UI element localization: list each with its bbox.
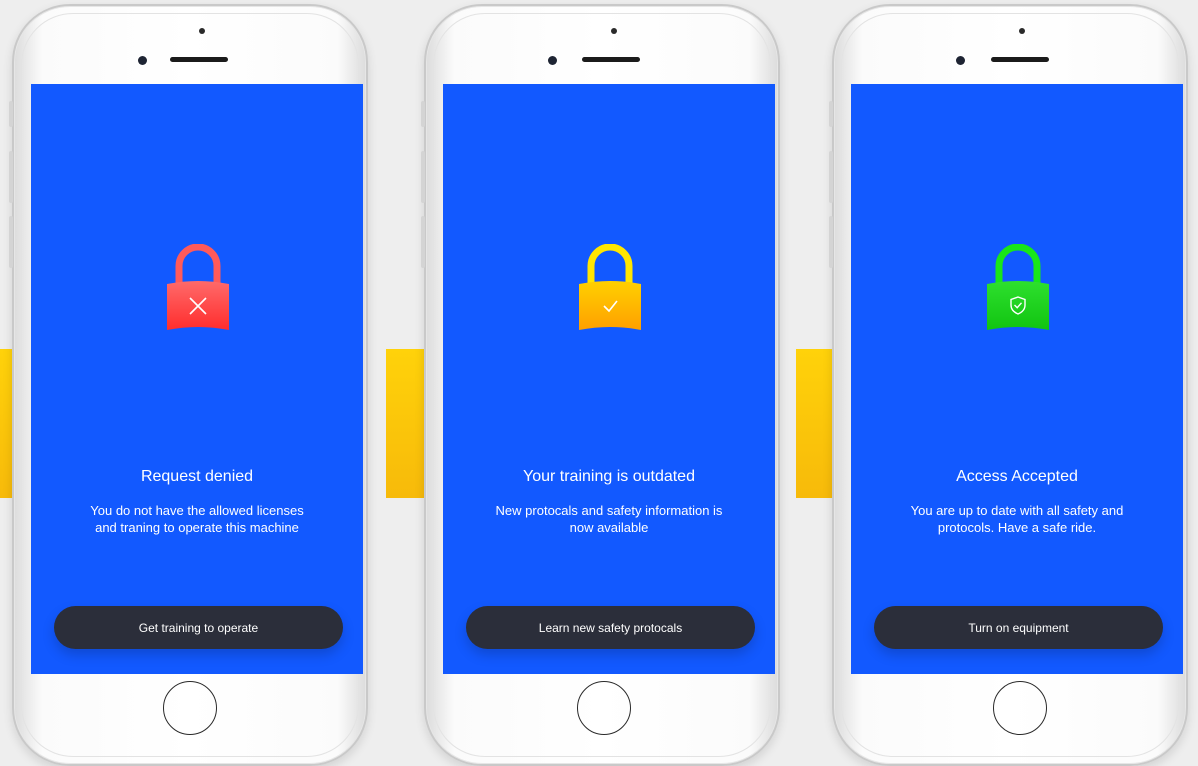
- learn-safety-protocals-button[interactable]: Learn new safety protocals: [466, 606, 755, 649]
- phone-side-button: [829, 151, 833, 203]
- lock-x-icon: [167, 244, 229, 334]
- home-button[interactable]: [993, 681, 1047, 735]
- turn-on-equipment-button[interactable]: Turn on equipment: [874, 606, 1163, 649]
- phone-access-accepted: Access Accepted You are up to date with …: [829, 4, 1188, 766]
- get-training-button[interactable]: Get training to operate: [54, 606, 343, 649]
- phone-side-button: [9, 216, 13, 268]
- earpiece-speaker: [170, 57, 228, 62]
- front-camera: [138, 56, 147, 65]
- phone-training-outdated: Your training is outdated New protocals …: [421, 4, 780, 766]
- earpiece-speaker: [582, 57, 640, 62]
- yellow-band-middle-right: [796, 349, 836, 498]
- phone-side-button: [9, 151, 13, 203]
- front-camera: [548, 56, 557, 65]
- phone-side-button: [9, 101, 13, 127]
- proximity-sensor: [1019, 28, 1025, 34]
- earpiece-speaker: [991, 57, 1049, 62]
- proximity-sensor: [199, 28, 205, 34]
- status-description: You do not have the allowed licenses and…: [90, 503, 304, 535]
- front-camera: [956, 56, 965, 65]
- screen: Your training is outdated New protocals …: [443, 84, 775, 674]
- status-description: New protocals and safety information is …: [495, 503, 723, 535]
- phone-side-button: [421, 151, 425, 203]
- screen: Access Accepted You are up to date with …: [851, 84, 1183, 674]
- status-title: Access Accepted: [956, 468, 1078, 485]
- home-button[interactable]: [577, 681, 631, 735]
- proximity-sensor: [611, 28, 617, 34]
- status-title: Request denied: [140, 468, 254, 485]
- status-description: You are up to date with all safety and p…: [910, 503, 1124, 535]
- screen: Request denied You do not have the allow…: [31, 84, 363, 674]
- phone-request-denied: Request denied You do not have the allow…: [9, 4, 368, 766]
- home-button[interactable]: [163, 681, 217, 735]
- phone-side-button: [421, 101, 425, 127]
- phone-side-button: [829, 216, 833, 268]
- phone-side-button: [829, 101, 833, 127]
- lock-check-icon: [579, 244, 641, 334]
- lock-shield-icon: [987, 244, 1049, 334]
- phone-side-button: [421, 216, 425, 268]
- yellow-band-middle-left: [386, 349, 426, 498]
- status-title: Your training is outdated: [523, 468, 695, 485]
